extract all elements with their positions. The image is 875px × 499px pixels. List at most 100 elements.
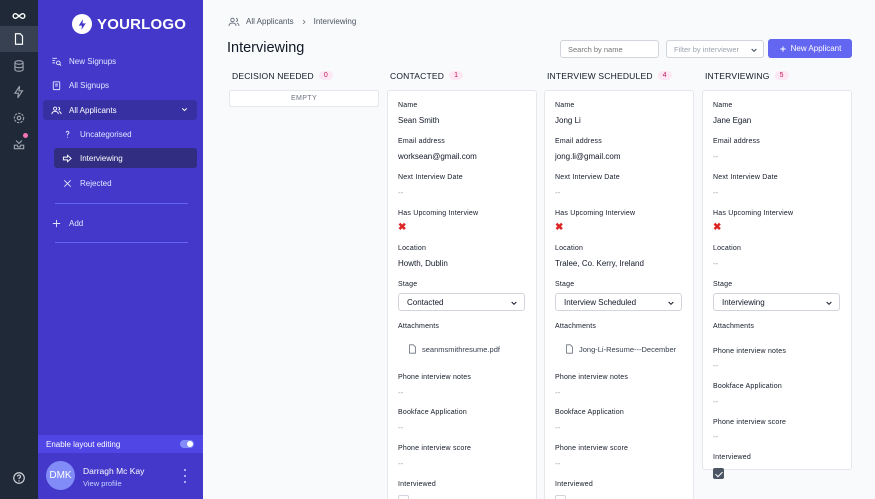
main-content: All Applicants Interviewing Interviewing… xyxy=(203,0,875,499)
field-label-stage: Stage xyxy=(713,281,733,288)
field-label-stage: Stage xyxy=(398,281,418,288)
field-label-notes: Phone interview notes xyxy=(713,348,787,355)
sidebar-item-interviewing[interactable]: Interviewing xyxy=(54,148,197,168)
layout-editing-label: Enable layout editing xyxy=(46,439,121,449)
field-label-stage: Stage xyxy=(555,281,575,288)
attachment-filename: seanmsmithresume.pdf xyxy=(422,344,500,354)
bolt-icon[interactable] xyxy=(0,79,38,105)
layout-editing-toggle[interactable] xyxy=(180,440,194,448)
breadcrumb: All Applicants Interviewing xyxy=(228,15,356,28)
field-label-attachments: Attachments xyxy=(713,323,755,330)
column-count-badge: 1 xyxy=(449,71,464,80)
column-count-badge: 5 xyxy=(774,71,789,80)
field-label-name: Name xyxy=(555,102,575,109)
field-label-interviewed: Interviewed xyxy=(555,481,593,488)
field-label-location: Location xyxy=(398,245,427,252)
breadcrumb-interviewing[interactable]: Interviewing xyxy=(314,17,357,26)
breadcrumb-all-applicants[interactable]: All Applicants xyxy=(246,17,294,26)
plus-icon xyxy=(779,45,786,52)
applicant-card[interactable]: Name Jane Egan Email address -- Next Int… xyxy=(702,90,852,479)
filter-placeholder: Filter by interviewer xyxy=(674,44,740,54)
field-label-notes: Phone interview notes xyxy=(398,374,472,381)
sidebar-item-label: New Signups xyxy=(69,56,117,66)
sidebar-item-rejected[interactable]: Rejected xyxy=(54,173,197,193)
sidebar-item-all-signups[interactable]: All Signups xyxy=(43,75,197,95)
more-options-icon[interactable] xyxy=(181,469,189,483)
view-profile-link[interactable]: View profile xyxy=(83,479,122,488)
column-count-badge: 4 xyxy=(657,71,672,80)
applicant-card[interactable]: Name Sean Smith Email address worksean@g… xyxy=(387,90,537,499)
applicant-location: Howth, Dublin xyxy=(398,259,448,268)
avatar: DMK xyxy=(46,461,75,490)
stage-select[interactable]: Contacted xyxy=(398,293,525,311)
bookface-value: -- xyxy=(713,397,719,406)
sidebar-item-uncategorised[interactable]: Uncategorised xyxy=(54,124,197,144)
field-label-upcoming: Has Upcoming Interview xyxy=(713,210,794,217)
attachment-link[interactable]: Jong-Li-Resume---December xyxy=(565,343,683,355)
column-header-interviewing: INTERVIEWING 5 xyxy=(705,70,789,81)
user-profile[interactable]: DMK Darragh Mc Kay View profile xyxy=(38,453,203,499)
field-label-score: Phone interview score xyxy=(398,445,472,452)
attachment-filename: Jong-Li-Resume---December xyxy=(579,344,677,354)
sidebar-item-label: Uncategorised xyxy=(80,129,132,139)
interviewed-checkbox[interactable] xyxy=(398,495,409,499)
column-header-decision-needed: DECISION NEEDED 0 xyxy=(232,70,333,81)
settings-icon[interactable] xyxy=(0,105,38,131)
column-header-interview-scheduled: INTERVIEW SCHEDULED 4 xyxy=(547,70,672,81)
arrow-right-icon xyxy=(62,153,72,163)
sidebar-item-all-applicants[interactable]: All Applicants xyxy=(43,100,197,120)
field-label-location: Location xyxy=(713,245,742,252)
attachment-link[interactable]: seanmsmithresume.pdf xyxy=(408,343,526,355)
column-title: DECISION NEEDED xyxy=(232,70,314,81)
score-value: -- xyxy=(398,459,404,468)
bookface-value: -- xyxy=(398,423,404,432)
field-label-next-date: Next Interview Date xyxy=(398,174,463,181)
interviewer-filter-select[interactable]: Filter by interviewer xyxy=(666,40,764,58)
page-title: Interviewing xyxy=(227,40,305,56)
sidebar-item-label: Interviewing xyxy=(80,153,123,163)
icon-rail xyxy=(0,0,38,499)
next-interview-date: -- xyxy=(398,188,404,197)
help-icon[interactable] xyxy=(12,471,26,485)
database-icon[interactable] xyxy=(0,53,38,79)
interviewed-checkbox[interactable] xyxy=(555,495,566,499)
field-label-location: Location xyxy=(555,245,584,252)
new-applicant-button[interactable]: New Applicant xyxy=(768,39,852,58)
field-label-upcoming: Has Upcoming Interview xyxy=(398,210,479,217)
users-icon xyxy=(228,17,240,26)
field-label-email: Email address xyxy=(398,138,445,145)
score-value: -- xyxy=(713,432,719,441)
inbox-icon[interactable] xyxy=(0,131,38,157)
field-label-interviewed: Interviewed xyxy=(713,454,751,461)
applicant-card[interactable]: Name Jong Li Email address jong.li@gmail… xyxy=(544,90,694,499)
no-upcoming-icon: ✖ xyxy=(398,222,407,233)
search-input[interactable] xyxy=(560,40,659,58)
stage-select[interactable]: Interview Scheduled xyxy=(555,293,682,311)
stage-select[interactable]: Interviewing xyxy=(713,293,840,311)
chevron-down-icon xyxy=(511,301,517,306)
chevron-down-icon xyxy=(751,48,757,53)
chevron-down-icon xyxy=(668,301,674,306)
sidebar-item-new-signups[interactable]: New Signups xyxy=(43,51,197,71)
chevron-down-icon xyxy=(181,108,188,112)
field-label-next-date: Next Interview Date xyxy=(555,174,620,181)
column-title: CONTACTED xyxy=(390,70,445,81)
logo-text: YOURLOGO xyxy=(97,15,187,33)
field-label-name: Name xyxy=(398,102,418,109)
column-count-badge: 0 xyxy=(318,71,333,80)
field-label-bookface: Bookface Application xyxy=(398,409,467,416)
logo[interactable]: YOURLOGO xyxy=(72,14,186,34)
interviewed-checkbox[interactable] xyxy=(713,468,724,479)
field-label-next-date: Next Interview Date xyxy=(713,174,778,181)
stage-value: Contacted xyxy=(407,297,444,307)
sidebar-item-add[interactable]: Add xyxy=(43,213,197,233)
field-label-attachments: Attachments xyxy=(555,323,597,330)
bookface-value: -- xyxy=(555,423,561,432)
column-title: INTERVIEWING xyxy=(705,70,770,81)
field-label-attachments: Attachments xyxy=(398,323,440,330)
bolt-logo-icon xyxy=(72,14,92,34)
file-icon xyxy=(409,344,416,354)
phone-notes-value: -- xyxy=(555,388,561,397)
document-icon[interactable] xyxy=(0,26,38,52)
next-interview-date: -- xyxy=(713,188,719,197)
